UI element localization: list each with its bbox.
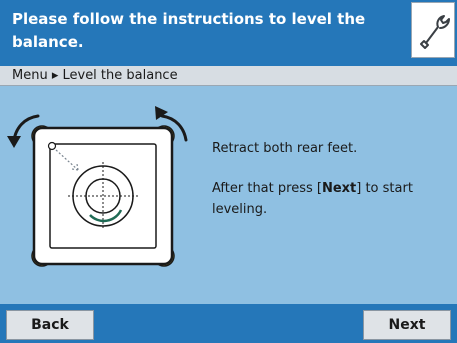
balance-illustration [7, 106, 188, 267]
instruction-line-1: Retract both rear feet. [212, 141, 358, 156]
breadcrumb-text: Menu ▸ Level the balance [12, 68, 178, 83]
header-bar: Please follow the instructions to level … [0, 0, 457, 66]
bubble-icon [47, 141, 57, 151]
next-keyword: Next [321, 181, 357, 196]
back-button[interactable]: Back [6, 310, 94, 340]
wrench-icon [420, 15, 450, 49]
instruction-text-start: After that press [ [212, 181, 322, 196]
page-title: Please follow the instructions to level … [12, 10, 366, 51]
breadcrumb: Menu ▸ Level the balance [0, 66, 457, 86]
next-button[interactable]: Next [363, 310, 451, 340]
settings-button[interactable] [411, 2, 455, 58]
instruction-line-2: After that press [Next] to start levelin… [212, 178, 447, 220]
